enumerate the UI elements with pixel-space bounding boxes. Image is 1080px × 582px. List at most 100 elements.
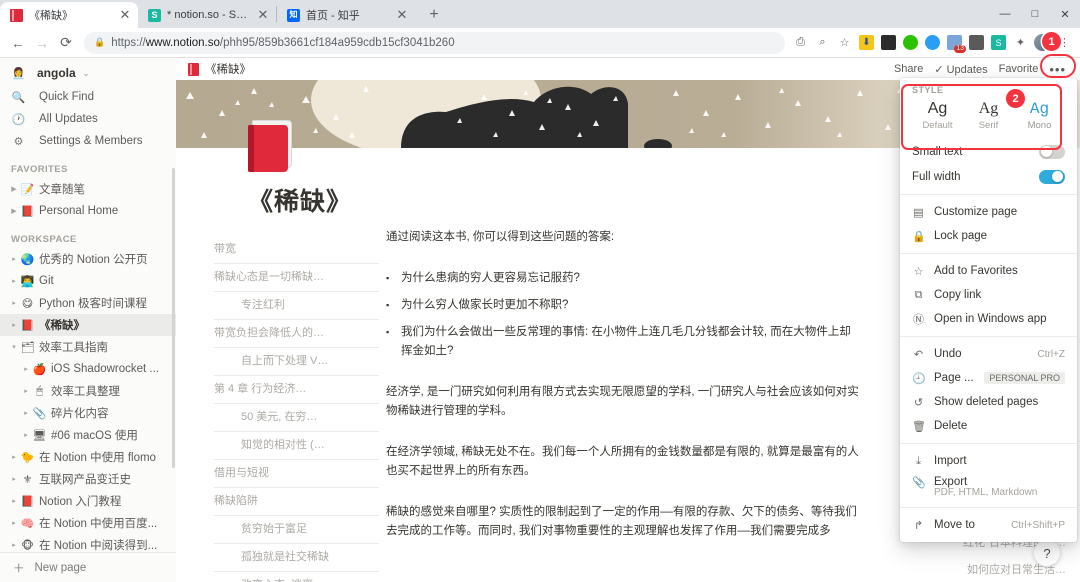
- menu-item-customize-page[interactable]: ▤ Customize page: [900, 200, 1077, 224]
- sidebar-item-workspace-1[interactable]: ▸ 👨‍💻 Git: [0, 270, 176, 292]
- sidebar-item-workspace-2[interactable]: ▸ 😋 Python 极客时间课程: [0, 292, 176, 314]
- maximize-button[interactable]: □: [1020, 0, 1050, 28]
- browser-tab-0[interactable]: 《稀缺》 ✕: [0, 2, 138, 28]
- full-width-row[interactable]: Full width: [900, 164, 1077, 189]
- share-button[interactable]: Share: [894, 63, 923, 75]
- browser-tab-2[interactable]: 知 首页 - 知乎 ✕: [277, 2, 415, 28]
- sidebar-item-workspace-8[interactable]: ▸ 🖥 #06 macOS 使用: [0, 424, 176, 446]
- menu-item-copy-link[interactable]: ⧉ Copy link: [900, 283, 1077, 307]
- toc-link-4[interactable]: 自上而下处理 V…: [214, 348, 379, 376]
- toc-link-8[interactable]: 借用与短视: [214, 460, 379, 488]
- sidebar-item-workspace-12[interactable]: ▸ 🧠 在 Notion 中使用百度...: [0, 512, 176, 534]
- sidebar-item-quick-find[interactable]: 🔍 Quick Find: [0, 86, 176, 108]
- menu-item-page-history[interactable]: 🕘 Page ... PERSONAL PRO: [900, 366, 1077, 390]
- minimize-button[interactable]: —: [990, 0, 1020, 28]
- new-page-button[interactable]: ＋ New page: [0, 552, 176, 582]
- menu-item-undo[interactable]: ↶ Undo Ctrl+Z: [900, 342, 1077, 366]
- chevron-right-icon[interactable]: ▸: [20, 365, 32, 373]
- chevron-right-icon[interactable]: ▸: [8, 299, 20, 307]
- sidebar-item-workspace-3[interactable]: ▸ 📕 《稀缺》: [0, 314, 176, 336]
- menu-item-import[interactable]: ⤓ Import: [900, 449, 1077, 473]
- stylus-extension-icon[interactable]: S: [989, 33, 1008, 52]
- red-book-icon[interactable]: [248, 120, 294, 172]
- toc-link-5[interactable]: 第 4 章 行为经济…: [214, 376, 379, 404]
- address-bar[interactable]: 🔒 https://www.notion.so/phh95/859b3661cf…: [84, 31, 785, 54]
- sidebar-item-all-updates[interactable]: 🕐 All Updates: [0, 108, 176, 130]
- sidebar-item-workspace-4[interactable]: ▾ 🗂 效率工具指南: [0, 336, 176, 358]
- chevron-right-icon[interactable]: ▸: [8, 255, 20, 263]
- pocket-extension-icon[interactable]: [967, 33, 986, 52]
- body-paragraph-0[interactable]: 经济学, 是一门研究如何利用有限方式去实现无限愿望的学科, 一门研究人与社会应该…: [386, 383, 861, 421]
- body-paragraph-2[interactable]: 稀缺的感觉来自哪里? 实质性的限制起到了一定的作用––有限的存款、欠下的债务、等…: [386, 503, 861, 541]
- favorite-button[interactable]: Favorite: [999, 63, 1039, 75]
- toc-link-10[interactable]: 贫穷始于富足: [214, 516, 379, 544]
- intro-paragraph[interactable]: 通过阅读这本书, 你可以得到这些问题的答案:: [386, 228, 861, 247]
- sidebar-item-favorite-1[interactable]: ▶ 📕 Personal Home: [0, 200, 176, 222]
- reload-icon[interactable]: ⟳: [54, 31, 78, 55]
- close-window-button[interactable]: ✕: [1050, 0, 1080, 28]
- toc-link-9[interactable]: 稀缺陷阱: [214, 488, 379, 516]
- breadcrumb[interactable]: 《稀缺》: [188, 61, 251, 77]
- toc-link-2[interactable]: 专注红利: [214, 292, 379, 320]
- body-paragraph-1[interactable]: 在经济学领域, 稀缺无处不在。我们每一个人所拥有的金钱数量都是有限的, 就算是最…: [386, 443, 861, 481]
- sidebar-item-workspace-6[interactable]: ▸ 🖱 效率工具整理: [0, 380, 176, 402]
- list-item[interactable]: ▪ 我们为什么会做出一些反常理的事情: 在小物件上连几毛几分钱都会计较, 而在大物…: [386, 323, 861, 361]
- chevron-right-icon[interactable]: ▸: [8, 453, 20, 461]
- chevron-right-icon[interactable]: ▸: [8, 277, 20, 285]
- chevron-right-icon[interactable]: ▶: [8, 207, 20, 215]
- chevron-right-icon[interactable]: ▸: [8, 475, 20, 483]
- menu-item-add-to-favorites[interactable]: ☆ Add to Favorites: [900, 259, 1077, 283]
- toc-link-7[interactable]: 知觉的相对性 (…: [214, 432, 379, 460]
- sidebar-item-workspace-10[interactable]: ▸ ⚜ 互联网产品变迁史: [0, 468, 176, 490]
- small-text-toggle[interactable]: [1039, 144, 1065, 159]
- more-options-button[interactable]: •••: [1049, 62, 1066, 77]
- list-item[interactable]: ▪ 为什么穷人做家长时更加不称职?: [386, 296, 861, 315]
- downloader-extension-icon[interactable]: ⬇: [857, 33, 876, 52]
- wechat-extension-icon[interactable]: [901, 33, 920, 52]
- sidebar-item-workspace-9[interactable]: ▸ 🐤 在 Notion 中使用 flomo: [0, 446, 176, 468]
- sidebar-item-workspace-7[interactable]: ▸ 📎 碎片化内容: [0, 402, 176, 424]
- toc-link-11[interactable]: 孤独就是社交稀缺: [214, 544, 379, 572]
- bookmark-star-icon[interactable]: ☆: [835, 33, 854, 52]
- full-width-toggle[interactable]: [1039, 169, 1065, 184]
- share-icon[interactable]: ⎙: [791, 33, 810, 52]
- extensions-puzzle-icon[interactable]: ✦: [1011, 33, 1030, 52]
- menu-item-show-deleted-pages[interactable]: ↺ Show deleted pages: [900, 390, 1077, 414]
- toc-link-0[interactable]: 带宽: [214, 236, 379, 264]
- font-option-serif[interactable]: Ag Serif: [963, 99, 1014, 131]
- toc-link-3[interactable]: 带宽负担会降低人的…: [214, 320, 379, 348]
- chevron-right-icon[interactable]: ▸: [20, 409, 32, 417]
- menu-item-delete[interactable]: 🗑 Delete: [900, 414, 1077, 438]
- chevron-right-icon[interactable]: ▸: [8, 497, 20, 505]
- sidebar-item-favorite-0[interactable]: ▶ 📝 文章随笔: [0, 178, 176, 200]
- close-icon[interactable]: ✕: [256, 8, 270, 22]
- help-button[interactable]: ?: [1034, 540, 1060, 566]
- chevron-right-icon[interactable]: ▸: [8, 519, 20, 527]
- small-text-row[interactable]: Small text: [900, 139, 1077, 164]
- sidebar-scrollbar[interactable]: [172, 168, 175, 468]
- toc-link-6[interactable]: 50 美元, 在穷…: [214, 404, 379, 432]
- sidebar-item-workspace-11[interactable]: ▸ 📕 Notion 入门教程: [0, 490, 176, 512]
- dark-reader-extension-icon[interactable]: [879, 33, 898, 52]
- back-icon[interactable]: ←: [6, 31, 30, 55]
- clock-extension-icon[interactable]: [923, 33, 942, 52]
- new-tab-button[interactable]: +: [421, 2, 447, 28]
- menu-item-lock-page[interactable]: 🔒 Lock page: [900, 224, 1077, 248]
- menu-item-move-to[interactable]: ↱ Move to Ctrl+Shift+P: [900, 513, 1077, 537]
- chevron-right-icon[interactable]: ▸: [8, 541, 20, 549]
- font-option-default[interactable]: Ag Default: [912, 99, 963, 131]
- updates-button[interactable]: ✓ Updates: [934, 63, 987, 76]
- toc-link-12[interactable]: 改变心态, 逃离…: [214, 572, 379, 582]
- toc-link-1[interactable]: 稀缺心态是一切稀缺…: [214, 264, 379, 292]
- close-icon[interactable]: ✕: [395, 8, 409, 22]
- chevron-right-icon[interactable]: ▸: [8, 321, 20, 329]
- chevron-right-icon[interactable]: ▸: [20, 431, 32, 439]
- chevron-right-icon[interactable]: ▶: [8, 185, 20, 193]
- sidebar-item-settings-members[interactable]: ⚙ Settings & Members: [0, 130, 176, 152]
- chevron-right-icon[interactable]: ▸: [20, 387, 32, 395]
- close-icon[interactable]: ✕: [118, 8, 132, 22]
- menu-item-open-in-windows-app[interactable]: Ⓝ Open in Windows app: [900, 307, 1077, 331]
- zoom-icon[interactable]: ⌕: [813, 33, 832, 52]
- forward-icon[interactable]: →: [30, 31, 54, 55]
- list-item[interactable]: ▪ 为什么患病的穷人更容易忘记服药?: [386, 269, 861, 288]
